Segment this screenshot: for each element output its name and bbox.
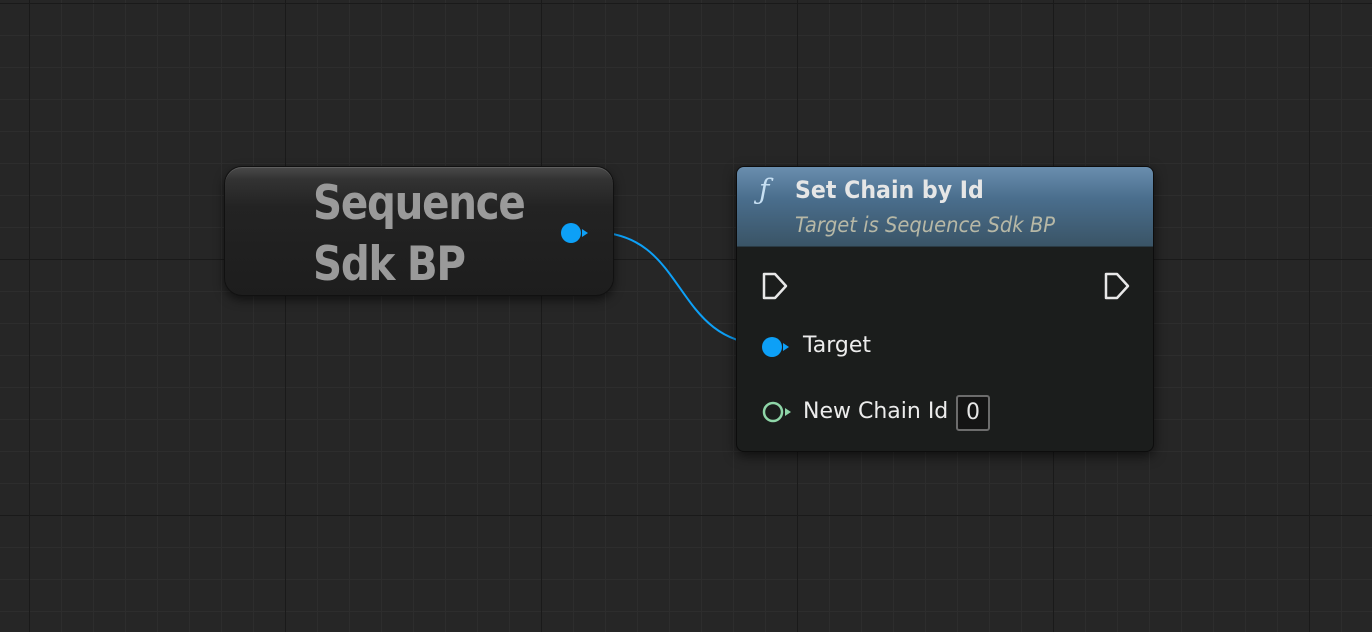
exec-out-pin-icon[interactable] [1103, 271, 1131, 301]
target-input-pin-icon[interactable] [760, 335, 794, 359]
function-node-subtitle: Target is Sequence Sdk BP [795, 213, 1055, 237]
connection-wire [591, 231, 771, 346]
target-pin-label: Target [803, 333, 872, 358]
function-node-header[interactable]: ƒ Set Chain by Id Target is Sequence Sdk… [737, 167, 1153, 247]
function-node-set-chain-by-id[interactable]: ƒ Set Chain by Id Target is Sequence Sdk… [736, 166, 1154, 452]
variable-node-title: Sequence Sdk BP [313, 176, 526, 292]
variable-node-sequence-sdk-bp[interactable]: Sequence Sdk BP [224, 166, 614, 296]
new-chain-id-pin-icon[interactable] [761, 400, 795, 424]
function-node-title: Set Chain by Id [795, 176, 984, 204]
new-chain-id-input[interactable]: 0 [956, 395, 990, 431]
new-chain-id-pin-label: New Chain Id [803, 399, 949, 424]
function-icon: ƒ [759, 173, 770, 206]
object-output-pin-icon[interactable] [560, 222, 590, 244]
exec-in-pin-icon[interactable] [761, 271, 789, 301]
